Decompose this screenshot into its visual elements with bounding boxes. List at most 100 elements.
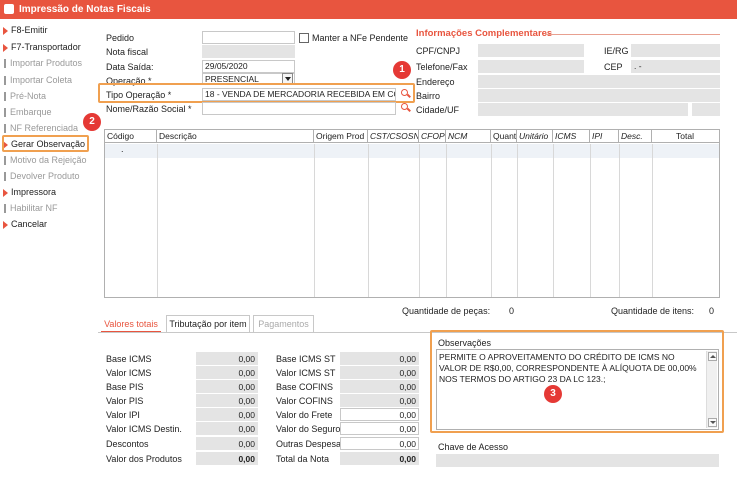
- nota-input: [202, 45, 295, 58]
- total-label: Valor ICMS ST: [276, 368, 336, 378]
- bar-icon: [4, 92, 6, 102]
- total-label: Base ICMS: [106, 354, 152, 364]
- arrow-right-icon: [3, 220, 8, 229]
- grid-line: [590, 144, 591, 297]
- col-codigo[interactable]: Código: [105, 130, 157, 143]
- total-label: Valor COFINS: [276, 396, 333, 406]
- sidebar-item-nf-referenciada[interactable]: NF Referenciada: [3, 121, 95, 135]
- row-marker: .: [121, 144, 124, 154]
- grid-line: [157, 144, 158, 297]
- endereco-label: Endereço: [416, 77, 455, 87]
- total-value: 0,00: [196, 437, 258, 450]
- data-saida-input[interactable]: 29/05/2020: [202, 60, 295, 73]
- col-cst[interactable]: CST/CSOSN: [368, 130, 419, 143]
- col-icms[interactable]: ICMS: [553, 130, 590, 143]
- total-label: Valor ICMS: [106, 368, 152, 378]
- sidebar-item-emitir[interactable]: F8-Emitir: [3, 23, 95, 37]
- total-label: Base PIS: [106, 382, 144, 392]
- sidebar-item-pre-nota[interactable]: Pré-Nota: [3, 89, 95, 103]
- pedido-input[interactable]: [202, 31, 295, 44]
- items-grid[interactable]: Código Descrição Origem Prod CST/CSOSN C…: [104, 129, 720, 298]
- grid-line: [446, 144, 447, 297]
- highlight-tipo-operacao: [98, 83, 415, 103]
- total-label: Descontos: [106, 439, 149, 449]
- itens-label: Quantidade de itens:: [611, 306, 695, 316]
- frete-input[interactable]: 0,00: [340, 408, 419, 421]
- sidebar-item-embarque[interactable]: Embarque: [3, 105, 95, 119]
- grid-line: [652, 144, 653, 297]
- total-value: 0,00: [340, 352, 419, 365]
- info-section-title: Informações Complementares: [416, 28, 553, 39]
- bar-icon: [4, 124, 6, 134]
- total-value: 0,00: [340, 380, 419, 393]
- seguro-input[interactable]: 0,00: [340, 422, 419, 435]
- grid-line: [314, 144, 315, 297]
- cep-label: CEP: [604, 62, 623, 72]
- sidebar-item-importar-coleta[interactable]: Importar Coleta: [3, 73, 95, 87]
- total-value: 0,00: [196, 380, 258, 393]
- section-divider: [545, 34, 720, 35]
- sidebar: F8-Emitir F7-Transportador Importar Prod…: [0, 19, 98, 478]
- total-label: Valor ICMS Destin.: [106, 424, 182, 434]
- bairro-input: [478, 89, 720, 102]
- col-descricao[interactable]: Descrição: [157, 130, 314, 143]
- col-desc[interactable]: Desc.: [619, 130, 652, 143]
- ie-label: IE/RG: [604, 46, 629, 56]
- highlight-gerar-observacao: [2, 135, 89, 152]
- total-label: Valor IPI: [106, 410, 140, 420]
- tab-tributacao[interactable]: Tributação por item: [166, 315, 250, 332]
- total-value: 0,00: [340, 394, 419, 407]
- total-value: 0,00: [340, 366, 419, 379]
- nome-input[interactable]: [202, 102, 396, 115]
- tab-pagamentos[interactable]: Pagamentos: [253, 315, 314, 332]
- grid-line: [619, 144, 620, 297]
- total-label: Base COFINS: [276, 382, 334, 392]
- uf-input: [692, 103, 720, 116]
- table-row[interactable]: .: [105, 144, 719, 158]
- endereco-input: [478, 75, 720, 88]
- cidade-label: Cidade/UF: [416, 105, 460, 115]
- nome-label: Nome/Razão Social *: [106, 104, 192, 114]
- grid-line: [491, 144, 492, 297]
- total-label: Total da Nota: [276, 454, 330, 464]
- sidebar-item-cancelar[interactable]: Cancelar: [3, 217, 95, 231]
- tab-valores-totais[interactable]: Valores totais: [100, 315, 162, 333]
- arrow-right-icon: [3, 188, 8, 197]
- sidebar-item-importar-produtos[interactable]: Importar Produtos: [3, 56, 95, 70]
- telefone-label: Telefone/Fax: [416, 62, 468, 72]
- cep-input: . -: [631, 60, 720, 73]
- sidebar-item-transportador[interactable]: F7-Transportador: [3, 40, 95, 54]
- sidebar-item-devolver-produto[interactable]: Devolver Produto: [3, 169, 95, 183]
- col-ipi[interactable]: IPI: [590, 130, 619, 143]
- cpf-label: CPF/CNPJ: [416, 46, 461, 56]
- sidebar-item-impressora[interactable]: Impressora: [3, 185, 95, 199]
- grid-line: [553, 144, 554, 297]
- bar-icon: [4, 204, 6, 214]
- col-unitario[interactable]: Unitário: [517, 130, 553, 143]
- total-value: 0,00: [196, 408, 258, 421]
- telefone-input: [478, 60, 584, 73]
- window-title: Impressão de Notas Fiscais: [19, 4, 151, 15]
- cpf-input: [478, 44, 584, 57]
- chave-input: [436, 454, 719, 467]
- col-total[interactable]: Total: [652, 130, 719, 143]
- col-quant[interactable]: Quant: [491, 130, 517, 143]
- total-label: Valor PIS: [106, 396, 144, 406]
- bairro-label: Bairro: [416, 91, 441, 101]
- nota-label: Nota fiscal: [106, 47, 149, 57]
- outras-despesas-input[interactable]: 0,00: [340, 437, 419, 450]
- col-cfop[interactable]: CFOP: [419, 130, 446, 143]
- grid-line: [419, 144, 420, 297]
- total-value: 0,00: [196, 394, 258, 407]
- total-label: Valor dos Produtos: [106, 454, 182, 464]
- sidebar-item-motivo-rejeicao[interactable]: Motivo da Rejeição: [3, 153, 95, 167]
- col-ncm[interactable]: NCM: [446, 130, 491, 143]
- search-icon[interactable]: [400, 103, 411, 114]
- itens-value: 0: [709, 306, 715, 316]
- total-value: 0,00: [196, 452, 258, 465]
- col-origem[interactable]: Origem Prod: [314, 130, 368, 143]
- sidebar-item-habilitar-nf[interactable]: Habilitar NF: [3, 201, 95, 215]
- manter-checkbox[interactable]: [299, 33, 309, 43]
- total-value: 0,00: [196, 352, 258, 365]
- grid-line: [517, 144, 518, 297]
